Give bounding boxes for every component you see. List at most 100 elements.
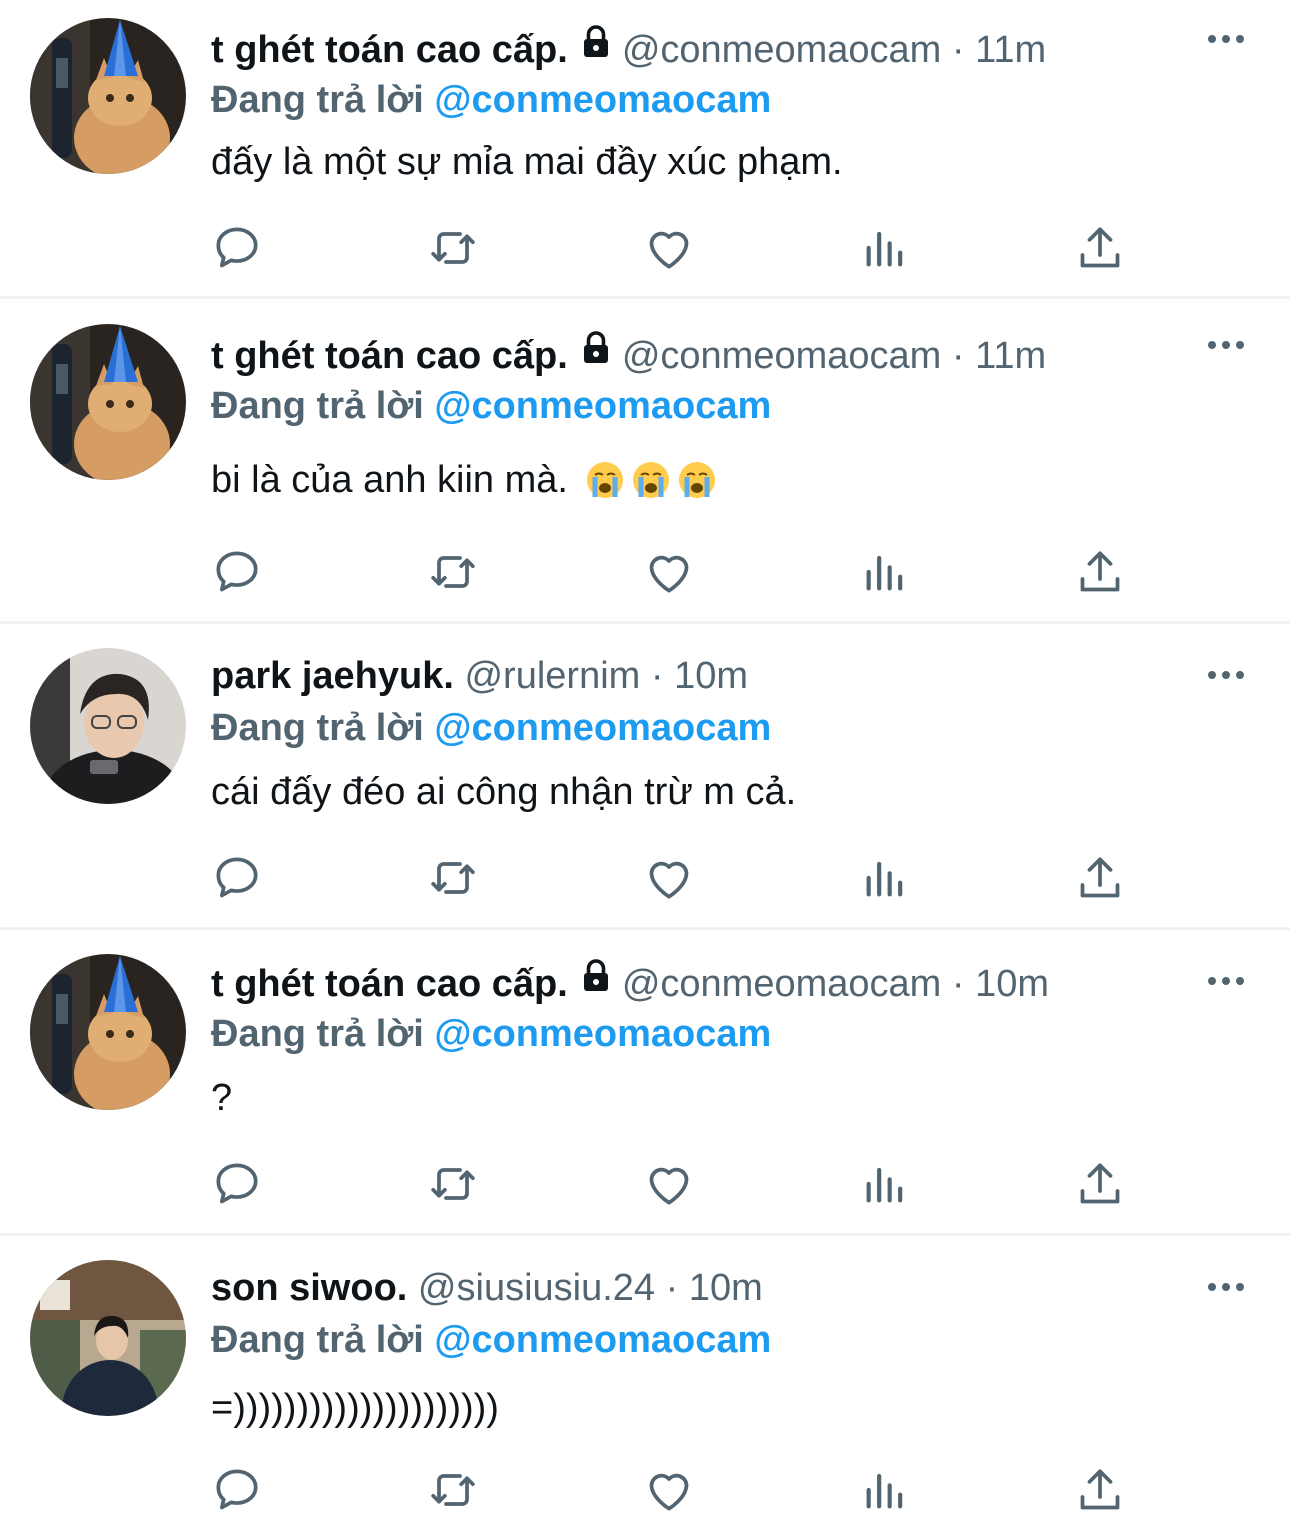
- share-icon[interactable]: [1072, 850, 1128, 906]
- tweet-header: t ghét toán cao cấp. @conmeomaocam · 11m: [211, 22, 1046, 78]
- separator-dot: ·: [665, 1267, 679, 1309]
- reply-context: Đang trả lời @conmeomaocam: [211, 1006, 771, 1062]
- retweet-icon[interactable]: [425, 1156, 481, 1212]
- timestamp[interactable]: 11m: [975, 29, 1046, 71]
- avatar-cat[interactable]: [30, 954, 186, 1110]
- reply-mention-link[interactable]: @conmeomaocam: [434, 79, 771, 121]
- more-icon[interactable]: [1206, 966, 1246, 996]
- user-handle[interactable]: @rulernim: [464, 655, 640, 697]
- crying-emoji-icon: [677, 460, 717, 500]
- retweet-icon[interactable]: [425, 544, 481, 600]
- tweet[interactable]: t ghét toán cao cấp. @conmeomaocam · 11m …: [0, 306, 1290, 624]
- share-icon[interactable]: [1072, 220, 1128, 276]
- reply-icon[interactable]: [209, 544, 265, 600]
- reply-icon[interactable]: [209, 1156, 265, 1212]
- retweet-icon[interactable]: [425, 220, 481, 276]
- avatar-cat[interactable]: [30, 18, 186, 174]
- reply-prefix: Đang trả lời: [211, 79, 424, 121]
- share-icon[interactable]: [1072, 544, 1128, 600]
- user-handle[interactable]: @conmeomaocam: [622, 963, 941, 1005]
- views-icon[interactable]: [857, 1462, 913, 1518]
- action-bar: [0, 1156, 1290, 1212]
- timestamp[interactable]: 10m: [674, 655, 748, 697]
- separator-dot: ·: [951, 963, 965, 1005]
- separator-dot: ·: [650, 655, 664, 697]
- tweet[interactable]: park jaehyuk. @rulernim · 10m Đang trả l…: [0, 630, 1290, 930]
- tweet-text: đấy là một sự mỉa mai đầy xúc phạm.: [211, 134, 843, 190]
- reply-context: Đang trả lời @conmeomaocam: [211, 700, 771, 756]
- reply-mention-link[interactable]: @conmeomaocam: [434, 385, 771, 427]
- timestamp[interactable]: 10m: [689, 1267, 763, 1309]
- views-icon[interactable]: [857, 850, 913, 906]
- divider: [0, 927, 1290, 930]
- action-bar: [0, 220, 1290, 276]
- tweet-text: =))))))))))))))))))))): [211, 1380, 499, 1436]
- reply-prefix: Đang trả lời: [211, 1013, 424, 1055]
- avatar-person[interactable]: [30, 1260, 186, 1416]
- user-handle[interactable]: @siusiusiu.24: [418, 1267, 655, 1309]
- tweet[interactable]: son siwoo. @siusiusiu.24 · 10m Đang trả …: [0, 1242, 1290, 1536]
- more-icon[interactable]: [1206, 330, 1246, 360]
- reply-prefix: Đang trả lời: [211, 385, 424, 427]
- user-handle[interactable]: @conmeomaocam: [622, 29, 941, 71]
- reply-prefix: Đang trả lời: [211, 1319, 424, 1361]
- tweet-text-content: cái đấy đéo ai công nhận trừ m cả.: [211, 771, 797, 813]
- share-icon[interactable]: [1072, 1462, 1128, 1518]
- like-icon[interactable]: [641, 544, 697, 600]
- reply-mention-link[interactable]: @conmeomaocam: [434, 707, 771, 749]
- display-name[interactable]: t ghét toán cao cấp.: [211, 335, 568, 377]
- divider: [0, 621, 1290, 624]
- action-bar: [0, 1462, 1290, 1518]
- action-bar: [0, 850, 1290, 906]
- action-bar: [0, 544, 1290, 600]
- more-icon[interactable]: [1206, 24, 1246, 54]
- display-name[interactable]: t ghét toán cao cấp.: [211, 29, 568, 71]
- display-name[interactable]: park jaehyuk.: [211, 655, 454, 697]
- reply-mention-link[interactable]: @conmeomaocam: [434, 1013, 771, 1055]
- user-handle[interactable]: @conmeomaocam: [622, 335, 941, 377]
- tweet-header: son siwoo. @siusiusiu.24 · 10m: [211, 1260, 763, 1316]
- separator-dot: ·: [951, 29, 965, 71]
- more-icon[interactable]: [1206, 660, 1246, 690]
- separator-dot: ·: [951, 335, 965, 377]
- tweet-text-content: bi là của anh kiin mà.: [211, 459, 568, 501]
- retweet-icon[interactable]: [425, 1462, 481, 1518]
- timestamp[interactable]: 11m: [975, 335, 1046, 377]
- like-icon[interactable]: [641, 1462, 697, 1518]
- lock-icon: [578, 954, 614, 1010]
- reply-context: Đang trả lời @conmeomaocam: [211, 72, 771, 128]
- views-icon[interactable]: [857, 544, 913, 600]
- share-icon[interactable]: [1072, 1156, 1128, 1212]
- tweet-text-content: ?: [211, 1077, 233, 1119]
- lock-icon: [578, 326, 614, 382]
- crying-emoji-icon: [585, 460, 625, 500]
- more-icon[interactable]: [1206, 1272, 1246, 1302]
- tweet-text-content: =))))))))))))))))))))): [211, 1387, 499, 1429]
- divider: [0, 1233, 1290, 1236]
- tweet[interactable]: t ghét toán cao cấp. @conmeomaocam · 10m …: [0, 936, 1290, 1236]
- crying-emoji-icon: [631, 460, 671, 500]
- tweet-text: ?: [211, 1070, 232, 1126]
- reply-prefix: Đang trả lời: [211, 707, 424, 749]
- reply-icon[interactable]: [209, 850, 265, 906]
- like-icon[interactable]: [641, 220, 697, 276]
- views-icon[interactable]: [857, 1156, 913, 1212]
- reply-icon[interactable]: [209, 220, 265, 276]
- tweet-text: bi là của anh kiin mà.: [211, 452, 717, 508]
- tweet-header: park jaehyuk. @rulernim · 10m: [211, 648, 748, 704]
- timestamp[interactable]: 10m: [975, 963, 1049, 1005]
- display-name[interactable]: son siwoo.: [211, 1267, 407, 1309]
- views-icon[interactable]: [857, 220, 913, 276]
- like-icon[interactable]: [641, 1156, 697, 1212]
- reply-mention-link[interactable]: @conmeomaocam: [434, 1319, 771, 1361]
- retweet-icon[interactable]: [425, 850, 481, 906]
- reply-icon[interactable]: [209, 1462, 265, 1518]
- avatar-cat[interactable]: [30, 324, 186, 480]
- reply-context: Đang trả lời @conmeomaocam: [211, 1312, 771, 1368]
- reply-context: Đang trả lời @conmeomaocam: [211, 378, 771, 434]
- like-icon[interactable]: [641, 850, 697, 906]
- tweet-header: t ghét toán cao cấp. @conmeomaocam · 10m: [211, 956, 1049, 1012]
- display-name[interactable]: t ghét toán cao cấp.: [211, 963, 568, 1005]
- tweet[interactable]: t ghét toán cao cấp. @conmeomaocam · 11m …: [0, 0, 1290, 299]
- avatar-person[interactable]: [30, 648, 186, 804]
